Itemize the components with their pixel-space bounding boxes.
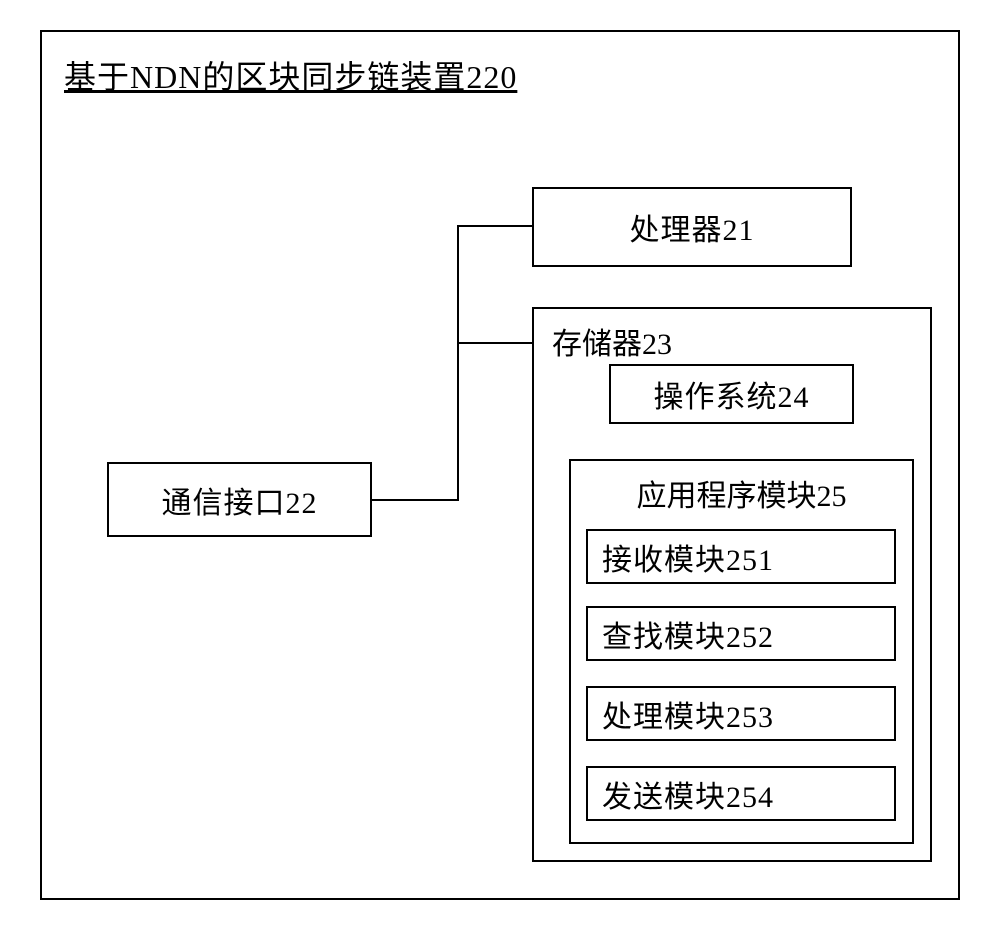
app-module-label: 应用程序模块25 bbox=[571, 471, 912, 515]
process-module-label: 处理模块253 bbox=[588, 692, 774, 736]
memory-label: 存储器23 bbox=[552, 319, 672, 363]
os-label: 操作系统24 bbox=[654, 372, 810, 416]
device-frame: 基于NDN的区块同步链装置220 处理器21 通信接口22 存储器23 操作系统… bbox=[40, 30, 960, 900]
search-module-label: 查找模块252 bbox=[588, 612, 774, 656]
connector-to-comm bbox=[372, 499, 459, 501]
comm-interface-box: 通信接口22 bbox=[107, 462, 372, 537]
send-module-label: 发送模块254 bbox=[588, 772, 774, 816]
os-box: 操作系统24 bbox=[609, 364, 854, 424]
search-module-box: 查找模块252 bbox=[586, 606, 896, 661]
send-module-box: 发送模块254 bbox=[586, 766, 896, 821]
comm-interface-label: 通信接口22 bbox=[162, 478, 318, 522]
processor-label: 处理器21 bbox=[630, 205, 755, 249]
app-module-box: 应用程序模块25 接收模块251 查找模块252 处理模块253 发送模块254 bbox=[569, 459, 914, 844]
receive-module-label: 接收模块251 bbox=[588, 535, 774, 579]
receive-module-box: 接收模块251 bbox=[586, 529, 896, 584]
connector-to-memory bbox=[457, 342, 532, 344]
diagram-title: 基于NDN的区块同步链装置220 bbox=[64, 52, 517, 98]
processor-box: 处理器21 bbox=[532, 187, 852, 267]
connector-to-processor bbox=[457, 225, 532, 227]
connector-vertical bbox=[457, 225, 459, 501]
memory-box: 存储器23 操作系统24 应用程序模块25 接收模块251 查找模块252 处理… bbox=[532, 307, 932, 862]
process-module-box: 处理模块253 bbox=[586, 686, 896, 741]
